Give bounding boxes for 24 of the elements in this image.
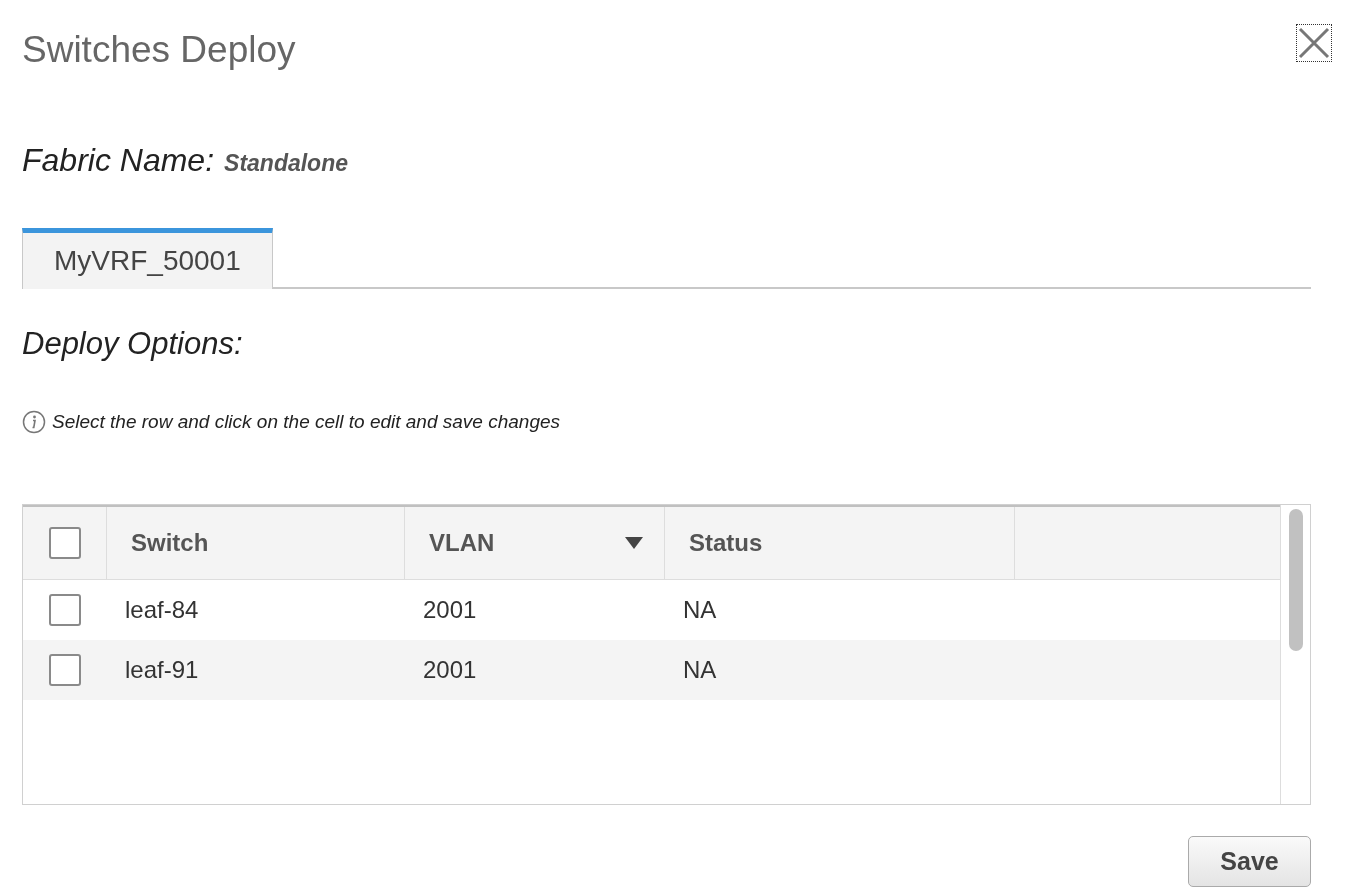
dialog-title: Switches Deploy (22, 28, 297, 72)
checkbox[interactable] (49, 654, 81, 686)
checkbox[interactable] (48, 527, 81, 559)
column-header[interactable]: Switch (131, 525, 209, 561)
scrollbar-thumb[interactable] (1288, 509, 1303, 651)
fabric-name-value: Standalone (224, 149, 348, 178)
close-icon (1298, 27, 1330, 59)
sort-descending-icon[interactable] (624, 536, 644, 550)
table-cell: NA (683, 596, 717, 623)
save-button[interactable]: Save (1188, 836, 1311, 887)
close-button[interactable] (1296, 24, 1332, 62)
deploy-options-heading: Deploy Options: (22, 325, 244, 363)
checkbox[interactable] (49, 594, 81, 626)
table-cell: leaf-91 (125, 656, 199, 683)
fabric-name-label: Fabric Name: (22, 141, 215, 180)
tab[interactable]: MyVRF_50001 (22, 228, 273, 289)
hint-text: Select the row and click on the cell to edit and save changes (52, 409, 561, 434)
table-cell: 2001 (423, 596, 477, 623)
table-cell: 2001 (423, 656, 477, 683)
column-header[interactable]: VLAN (429, 525, 495, 561)
table-cell: NA (683, 656, 717, 683)
table-cell: leaf-84 (125, 596, 199, 623)
column-header[interactable]: Status (689, 525, 763, 561)
info-icon (22, 409, 46, 434)
